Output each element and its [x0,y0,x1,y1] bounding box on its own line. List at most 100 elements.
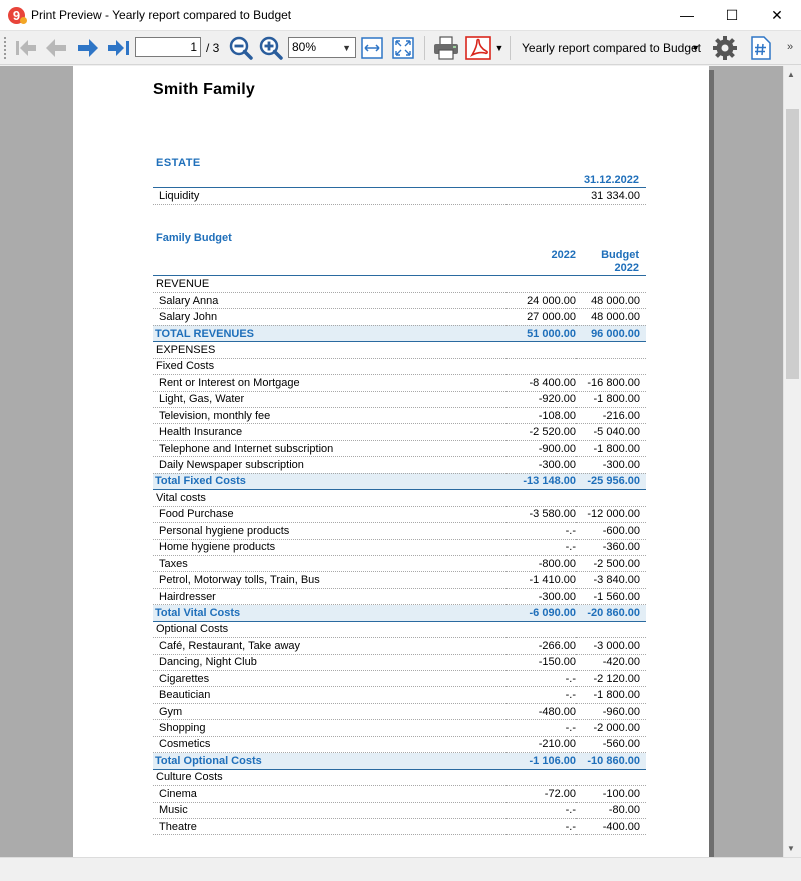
row-label: Fixed Costs [153,358,506,376]
row-value-budget: -400.00 [576,818,646,836]
maximize-button[interactable]: ☐ [709,0,755,31]
row-value-actual: -2 520.00 [506,423,576,441]
app-logo-icon: 9 [8,7,27,24]
total-row: Total Fixed Costs -13 148.00 -25 956.00 [153,473,646,491]
close-button[interactable]: ✕ [754,0,800,31]
total-row: Total Optional Costs -1 106.00 -10 860.00 [153,752,646,770]
row-value-budget: -20 860.00 [576,604,646,622]
row-value-budget: -5 040.00 [576,423,646,441]
table-row: Telephone and Internet subscription -900.… [153,440,646,458]
preview-viewport[interactable]: Smith Family ESTATE 31.12.2022 Liquidity… [0,66,783,857]
row-label: REVENUE [153,276,506,293]
row-value-actual: -8 400.00 [506,374,576,392]
table-row: Health Insurance -2 520.00 -5 040.00 [153,423,646,441]
export-pdf-button[interactable]: ▼ [463,35,505,61]
table-row: Television, monthly fee -108.00 -216.00 [153,407,646,425]
row-value-budget [576,769,646,787]
budget-col2-header-year: 2022 [614,262,639,274]
row-value-actual [506,489,576,507]
row-value-budget: -2 120.00 [576,670,646,688]
row-value-actual: -1 410.00 [506,571,576,589]
zoom-in-button[interactable] [259,35,283,61]
toolbar-separator [424,36,425,60]
previous-page-button[interactable] [43,35,69,61]
row-value-actual: -72.00 [506,785,576,803]
print-button[interactable] [432,35,460,61]
row-value-actual: -300.00 [506,456,576,474]
page-number-button[interactable] [749,35,773,61]
minimize-button[interactable]: — [664,0,710,31]
chevron-down-icon: ▼ [691,43,700,53]
row-value-actual: -6 090.00 [506,604,576,622]
toolbar-overflow-button[interactable]: » [787,41,793,53]
previous-page-icon [46,39,66,57]
row-value-budget: -10 860.00 [576,752,646,770]
row-value-actual: -900.00 [506,440,576,458]
row-label: Total Vital Costs [153,604,506,622]
row-value-actual: 24 000.00 [506,292,576,310]
total-row: TOTAL REVENUES 51 000.00 96 000.00 [153,325,646,343]
settings-button[interactable] [711,35,739,61]
row-value-actual [506,621,576,639]
group-row: Vital costs [153,489,646,507]
page-number-input[interactable]: 1 [135,37,201,57]
row-value-actual: 51 000.00 [506,325,576,343]
table-row: Rent or Interest on Mortgage -8 400.00 -16… [153,374,646,392]
row-value-actual: -210.00 [506,736,576,754]
row-label: Café, Restaurant, Take away [153,637,506,655]
table-row: Gym -480.00 -960.00 [153,703,646,721]
row-value-budget: 48 000.00 [576,292,646,310]
row-label: Television, monthly fee [153,407,506,425]
row-value-actual: -.- [506,719,576,737]
toolbar-separator [510,36,511,60]
row-value-actual: -108.00 [506,407,576,425]
zoom-select[interactable]: 80% ▼ [288,37,356,58]
row-value-actual: -.- [506,802,576,819]
table-row: Theatre -.- -400.00 [153,818,646,836]
row-label: Salary John [153,308,506,326]
table-row: Café, Restaurant, Take away -266.00 -3 000… [153,637,646,655]
row-label: Culture Costs [153,769,506,787]
last-page-button[interactable] [105,35,133,61]
report-layout-select[interactable]: Yearly report compared to Budget ▼ [516,35,706,61]
budget-table: REVENUE Salary Anna 24 000.00 48 000.00 Sala… [153,276,646,836]
report-layout-value: Yearly report compared to Budget [522,41,701,55]
row-label: Optional Costs [153,621,506,639]
print-icon [434,36,458,60]
group-row: REVENUE [153,276,646,293]
table-row: Home hygiene products -.- -360.00 [153,539,646,556]
row-value-budget: -300.00 [576,456,646,474]
scroll-down-arrow-icon[interactable]: ▼ [787,844,795,853]
estate-section-title: ESTATE [156,157,201,169]
budget-section-title: Family Budget [156,232,232,244]
table-row: Cigarettes -.- -2 120.00 [153,670,646,688]
toolbar-grip[interactable] [4,37,7,59]
row-value-budget: -600.00 [576,522,646,540]
scroll-up-arrow-icon[interactable]: ▲ [787,70,795,79]
scrollbar-thumb[interactable] [786,109,799,379]
table-row: Salary John 27 000.00 48 000.00 [153,308,646,326]
row-value-budget: -1 800.00 [576,440,646,458]
row-value-budget: -560.00 [576,736,646,754]
row-value: 31 334.00 [506,188,646,205]
total-row: Total Vital Costs -6 090.00 -20 860.00 [153,604,646,622]
table-row: Shopping -.- -2 000.00 [153,719,646,737]
window-title: Print Preview - Yearly report compared t… [31,8,292,22]
fit-page-button[interactable] [392,35,414,61]
row-value-actual: -920.00 [506,391,576,409]
table-row: Music -.- -80.00 [153,802,646,819]
chevron-down-icon[interactable]: ▼ [495,43,504,53]
row-label: Cinema [153,785,506,803]
row-value-actual: -.- [506,539,576,556]
row-label: Shopping [153,719,506,737]
table-row: Food Purchase -3 580.00 -12 000.00 [153,506,646,524]
row-value-budget: -80.00 [576,802,646,819]
zoom-out-button[interactable] [229,35,253,61]
next-page-button[interactable] [75,35,101,61]
fit-width-button[interactable] [361,35,383,61]
first-page-button[interactable] [13,35,39,61]
status-bar [0,857,801,881]
zoom-in-icon [259,36,283,60]
row-label: Dancing, Night Club [153,654,506,672]
vertical-scrollbar[interactable]: ▲ ▼ [783,66,801,857]
